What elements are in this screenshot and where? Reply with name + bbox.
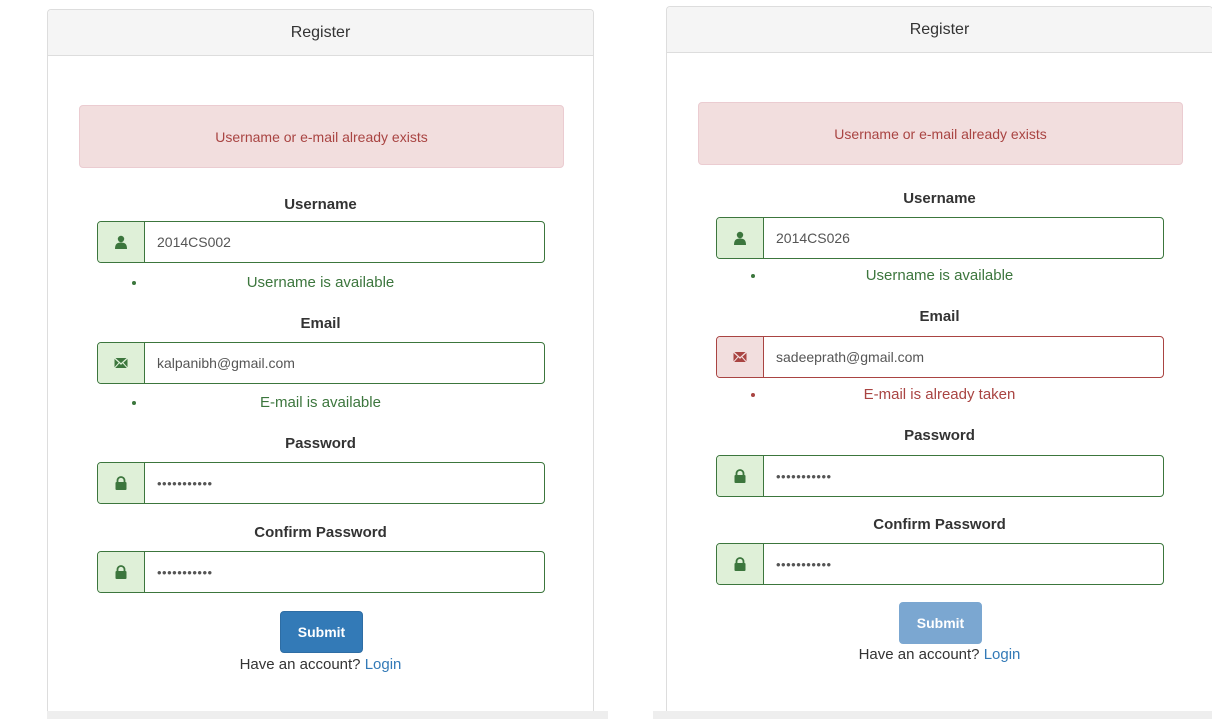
password-label: Password — [285, 435, 356, 452]
login-link[interactable]: Login — [984, 646, 1021, 663]
username-help-text: Username is available — [865, 267, 1014, 284]
envelope-icon — [717, 337, 764, 377]
email-input[interactable]: sadeeprath@gmail.com — [764, 337, 1163, 377]
username-label: Username — [284, 196, 357, 213]
password-input-group: ••••••••••• — [97, 462, 545, 504]
lock-icon — [98, 552, 145, 592]
username-input[interactable]: 2014CS026 — [764, 218, 1163, 258]
confirm-password-input-group: ••••••••••• — [97, 551, 545, 593]
confirm-password-input-group: ••••••••••• — [716, 543, 1164, 585]
account-prompt: Have an account? Login — [48, 656, 593, 673]
email-label: Email — [919, 308, 960, 325]
username-input[interactable]: 2014CS002 — [145, 222, 544, 262]
register-panel-right: Register Username or e-mail already exis… — [666, 6, 1212, 711]
email-help: E-mail is available — [48, 392, 593, 414]
lock-icon — [98, 463, 145, 503]
password-input[interactable]: ••••••••••• — [145, 463, 544, 503]
bottom-divider — [47, 711, 608, 719]
username-help: Username is available — [667, 265, 1212, 287]
confirm-password-input[interactable]: ••••••••••• — [764, 544, 1163, 584]
email-help-text: E-mail is already taken — [863, 386, 1016, 403]
bottom-divider — [653, 711, 1212, 719]
username-input-group: 2014CS026 — [716, 217, 1164, 259]
submit-button[interactable]: Submit — [280, 611, 363, 653]
user-icon — [98, 222, 145, 262]
user-icon — [717, 218, 764, 258]
envelope-icon — [98, 343, 145, 383]
error-alert: Username or e-mail already exists — [698, 102, 1183, 165]
password-input[interactable]: ••••••••••• — [764, 456, 1163, 496]
lock-icon — [717, 456, 764, 496]
email-input-group: sadeeprath@gmail.com — [716, 336, 1164, 378]
account-text: Have an account? — [239, 656, 361, 673]
email-help-text: E-mail is available — [260, 394, 381, 411]
register-panel-left: Register Username or e-mail already exis… — [47, 9, 594, 711]
username-input-group: 2014CS002 — [97, 221, 545, 263]
confirm-password-label: Confirm Password — [254, 524, 387, 541]
email-input[interactable]: kalpanibh@gmail.com — [145, 343, 544, 383]
password-label: Password — [904, 427, 975, 444]
password-input-group: ••••••••••• — [716, 455, 1164, 497]
username-help-text: Username is available — [246, 274, 395, 291]
lock-icon — [717, 544, 764, 584]
email-input-group: kalpanibh@gmail.com — [97, 342, 545, 384]
error-alert: Username or e-mail already exists — [79, 105, 564, 168]
email-label: Email — [300, 315, 341, 332]
account-text: Have an account? — [858, 646, 980, 663]
username-label: Username — [903, 190, 976, 207]
login-link[interactable]: Login — [365, 656, 402, 673]
email-help: E-mail is already taken — [667, 384, 1212, 406]
username-help: Username is available — [48, 272, 593, 294]
account-prompt: Have an account? Login — [667, 646, 1212, 663]
confirm-password-input[interactable]: ••••••••••• — [145, 552, 544, 592]
confirm-password-label: Confirm Password — [873, 516, 1006, 533]
submit-button[interactable]: Submit — [899, 602, 982, 644]
